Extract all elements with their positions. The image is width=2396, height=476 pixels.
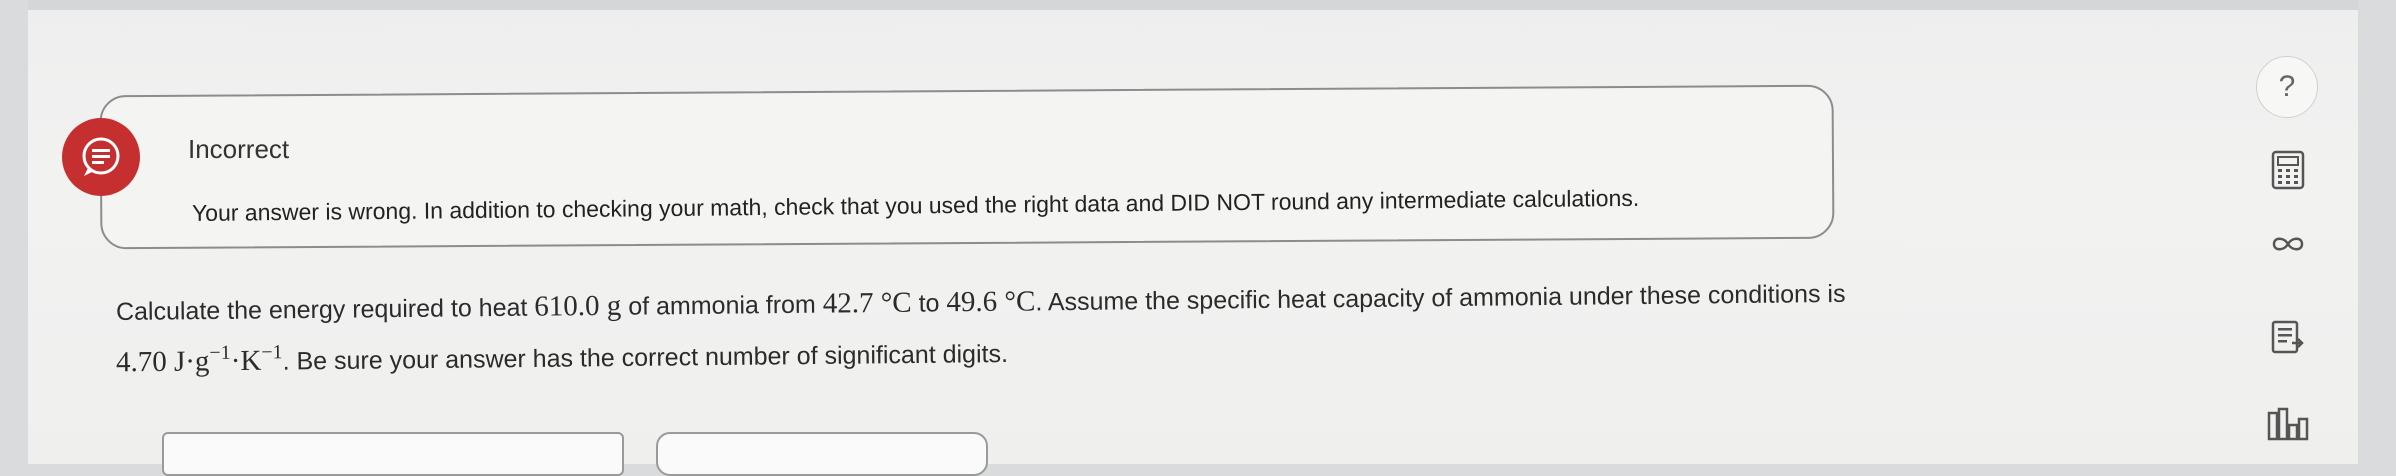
help-button[interactable]: ? — [2256, 56, 2318, 118]
question-text: . Be sure your answer has the correct nu… — [282, 339, 1009, 376]
chat-bubble-icon — [62, 118, 140, 196]
question-text: to — [911, 289, 947, 318]
feedback-title: Incorrect — [188, 134, 290, 164]
infinity-icon[interactable] — [2256, 212, 2320, 276]
answer-input[interactable] — [162, 432, 624, 476]
exponent: −1 — [209, 341, 231, 365]
initial-temperature: 42.7 °C — [822, 286, 912, 320]
exponent: −1 — [261, 341, 283, 364]
tools-sidebar: ? — [2256, 0, 2336, 464]
question-text: Calculate the energy required to heat — [115, 293, 535, 326]
data-reference-icon[interactable] — [2256, 306, 2320, 370]
final-temperature: 49.6 °C — [946, 285, 1036, 319]
periodic-table-icon[interactable] — [2256, 392, 2320, 456]
top-bar — [28, 0, 2358, 10]
kelvin-unit: ·K — [230, 344, 262, 378]
heat-capacity-value: 4.70 J·g — [115, 345, 210, 379]
question-text: . Assume the specific heat capacity of a… — [1035, 279, 1846, 317]
unit-toolbox[interactable] — [656, 432, 988, 476]
mass-value: 610.0 g — [534, 289, 622, 323]
question-text: of ammonia from — [621, 290, 823, 321]
calculator-icon[interactable] — [2256, 138, 2320, 202]
